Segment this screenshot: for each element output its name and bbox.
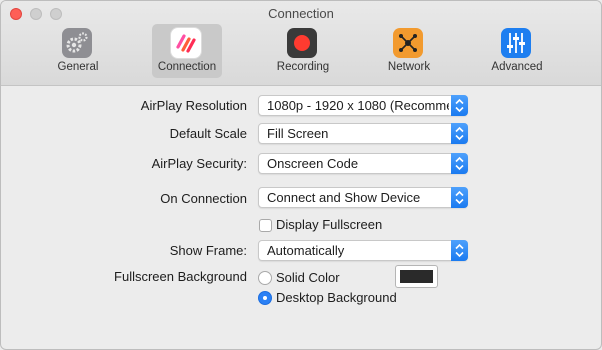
airplay-security-select[interactable]: Onscreen Code — [258, 153, 468, 174]
chevron-updown-icon — [451, 153, 468, 174]
airplay-resolution-select[interactable]: 1080p - 1920 x 1080 (Recommended) — [258, 95, 468, 116]
chevron-updown-icon — [451, 123, 468, 144]
show-frame-select[interactable]: Automatically — [258, 240, 468, 261]
window-title: Connection — [268, 6, 334, 21]
show-frame-value: Automatically — [267, 243, 345, 258]
gear-icon — [62, 28, 92, 58]
show-frame-label: Show Frame: — [169, 243, 247, 258]
chevron-updown-icon — [451, 240, 468, 261]
airplay-security-value: Onscreen Code — [267, 156, 359, 171]
solid-color-label: Solid Color — [276, 270, 340, 285]
on-connection-select[interactable]: Connect and Show Device — [258, 187, 468, 208]
on-connection-value: Connect and Show Device — [267, 190, 421, 205]
default-scale-label: Default Scale — [169, 126, 247, 141]
tab-recording[interactable]: Recording — [268, 24, 338, 78]
preferences-window: Connection General Connection Recording … — [0, 0, 602, 350]
airplay-resolution-label: AirPlay Resolution — [140, 98, 247, 113]
airplay-security-label: AirPlay Security: — [151, 156, 247, 171]
sliders-icon — [501, 28, 531, 58]
tab-general[interactable]: General — [43, 24, 113, 78]
tab-general-label: General — [57, 61, 99, 73]
display-fullscreen-checkbox[interactable] — [259, 219, 272, 232]
color-swatch — [400, 270, 433, 283]
tab-network-label: Network — [387, 61, 431, 73]
default-scale-value: Fill Screen — [267, 126, 329, 141]
link-icon — [171, 28, 201, 58]
tab-connection[interactable]: Connection — [152, 24, 222, 78]
tab-recording-label: Recording — [276, 61, 330, 73]
network-icon — [393, 28, 423, 58]
solid-color-radio[interactable] — [258, 271, 272, 285]
chevron-updown-icon — [451, 187, 468, 208]
titlebar: Connection General Connection Recording … — [1, 1, 601, 86]
record-icon — [287, 28, 317, 58]
desktop-background-label: Desktop Background — [276, 290, 397, 305]
tab-connection-label: Connection — [157, 61, 217, 73]
solid-color-well[interactable] — [395, 265, 438, 288]
airplay-resolution-value: 1080p - 1920 x 1080 (Recommended) — [267, 98, 449, 113]
tab-network[interactable]: Network — [374, 24, 444, 78]
display-fullscreen-label: Display Fullscreen — [276, 217, 383, 232]
fullscreen-background-label: Fullscreen Background — [114, 269, 247, 284]
default-scale-select[interactable]: Fill Screen — [258, 123, 468, 144]
tab-advanced[interactable]: Advanced — [482, 24, 552, 78]
chevron-updown-icon — [451, 95, 468, 116]
desktop-background-radio[interactable] — [258, 291, 272, 305]
on-connection-label: On Connection — [160, 191, 247, 206]
tab-advanced-label: Advanced — [491, 61, 543, 73]
